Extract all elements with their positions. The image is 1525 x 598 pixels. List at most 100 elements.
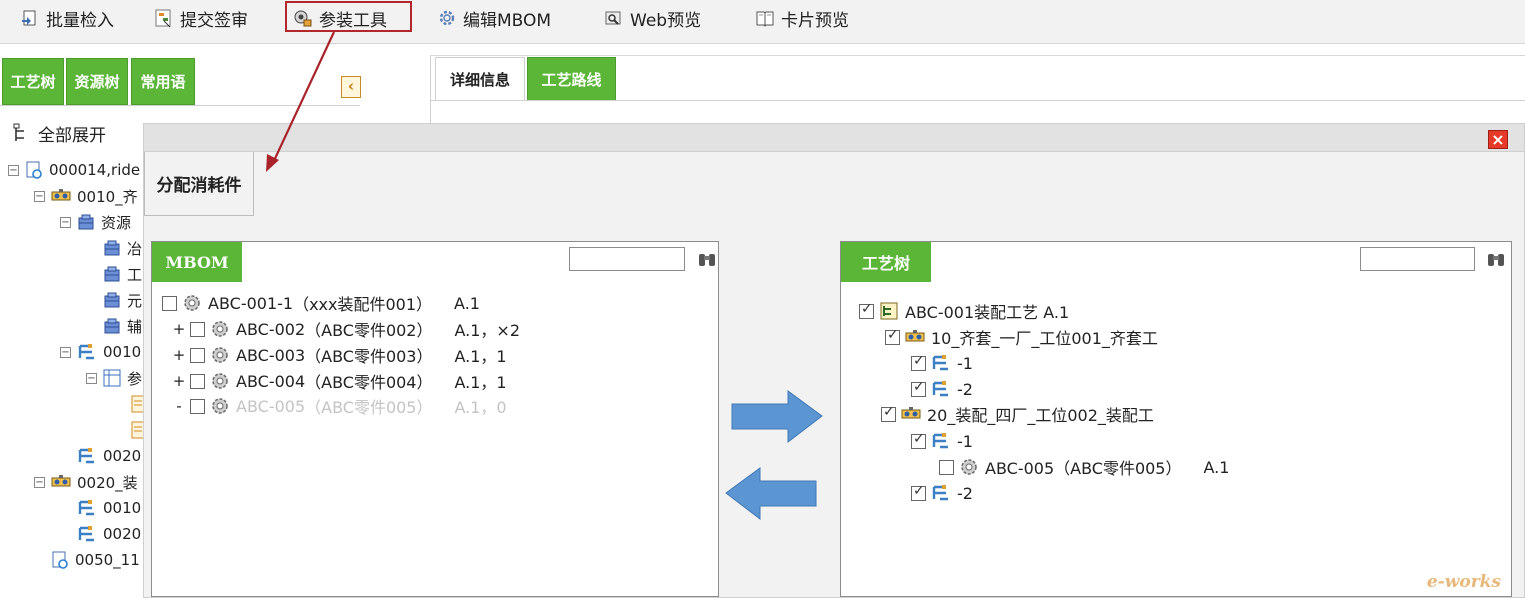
process-tree-row[interactable]: -1 (911, 351, 973, 375)
left-tree-node[interactable]: 冶 (86, 237, 142, 259)
row-checkbox[interactable] (190, 373, 205, 389)
close-button[interactable]: × (1488, 130, 1508, 149)
tab-resource-tree[interactable]: 资源树 (66, 58, 128, 105)
left-tree-node[interactable]: 0020 (60, 523, 141, 545)
left-tree-node[interactable]: 0010 (60, 497, 141, 519)
tab-process-tree[interactable]: 工艺树 (2, 58, 64, 105)
mbom-panel: MBOM ABC-001-1 （xxx装配件001） A.1 + ABC-002 （ABC… (151, 241, 719, 597)
row-checkbox[interactable] (911, 379, 926, 397)
mbom-row[interactable]: - ABC-005 （ABC零件005） A.1，0 (172, 394, 507, 418)
mbom-search-input[interactable] (569, 247, 685, 271)
process-tree-row[interactable]: -2 (911, 481, 973, 505)
collapse-toggle[interactable]: − (34, 476, 45, 488)
row-checkbox[interactable] (911, 483, 926, 501)
web-preview-button[interactable]: Web预览 (604, 4, 701, 32)
tab-phrases[interactable]: 常用语 (131, 58, 195, 105)
watermark-logo: e-works (1426, 572, 1501, 592)
assign-right-arrow[interactable] (730, 389, 824, 444)
process-tree-panel: 工艺树 ABC-001装配工艺 A.1 10_齐套_一厂_工位001_齐套工 -1 -… (840, 241, 1512, 597)
card-preview-button[interactable]: 卡片预览 (755, 4, 849, 32)
left-tree-node[interactable]: − 000014,ride (8, 159, 140, 181)
left-tree-node[interactable]: − 参 (86, 367, 142, 389)
expand-toggle[interactable]: + (172, 320, 186, 338)
mbom-panel-title: MBOM (152, 242, 242, 282)
left-tree-node-label: 0050_11 (75, 551, 140, 569)
mbom-row[interactable]: + ABC-003 （ABC零件003） A.1，1 (172, 343, 507, 367)
book-icon (756, 11, 774, 27)
table-icon (103, 369, 121, 387)
collapse-toggle[interactable]: − (86, 372, 97, 384)
expand-toggle[interactable]: + (172, 372, 186, 390)
row-checkbox[interactable] (885, 327, 900, 345)
part-name: （ABC零件005） (305, 398, 433, 417)
row-checkbox[interactable] (190, 347, 205, 363)
part-revision: A.1，×2 (454, 321, 521, 340)
collapse-panel-button[interactable]: ‹ (341, 76, 361, 98)
part-code: ABC-004 (236, 371, 306, 391)
part-revision: A.1，0 (454, 398, 507, 417)
left-tree-node[interactable]: 0020 (60, 445, 141, 467)
binoculars-icon[interactable] (697, 250, 717, 268)
left-tree-node-label: 参 (127, 369, 143, 388)
left-tree-node-label: 0020 (103, 525, 142, 543)
part-code: ABC-005 (236, 396, 306, 416)
mbom-row[interactable]: + ABC-002 （ABC零件002） A.1，×2 (172, 317, 520, 341)
doc-refresh-icon (26, 161, 42, 179)
row-checkbox[interactable] (881, 404, 896, 422)
row-checkbox[interactable] (859, 301, 874, 319)
collapse-toggle[interactable]: − (60, 216, 71, 228)
collapse-toggle[interactable]: − (34, 190, 45, 202)
assign-left-arrow[interactable] (724, 466, 818, 521)
collapse-toggle[interactable]: − (8, 164, 19, 176)
row-checkbox[interactable] (939, 459, 954, 475)
part-revision: A.1，1 (454, 347, 507, 366)
tab-process-route[interactable]: 工艺路线 (527, 57, 616, 101)
part-code: ABC-003 (236, 345, 306, 365)
process-tree-row[interactable]: -2 (911, 377, 973, 401)
tab-detail-info[interactable]: 详细信息 (435, 57, 525, 101)
chevron-left-icon: ‹ (347, 77, 355, 95)
left-tree-node[interactable]: − 0010 (60, 341, 141, 363)
expand-toggle[interactable]: + (172, 346, 186, 364)
station-icon (901, 407, 921, 419)
process-tree-row[interactable]: 20_装配_四厂_工位002_装配工 (881, 402, 1154, 426)
left-tree-node[interactable]: 0050_11 (34, 549, 140, 571)
step-icon (78, 526, 94, 542)
binoculars-icon[interactable] (1486, 250, 1506, 268)
part-revision: A.1，1 (454, 373, 507, 392)
part-code: ABC-001-1 (208, 293, 294, 313)
edit-mbom-button[interactable]: 编辑MBOM (437, 4, 551, 32)
left-tree-node-label: 000014,ride (49, 161, 141, 179)
process-node-label: -1 (957, 431, 973, 451)
process-tree-row[interactable]: ABC-001装配工艺 A.1 (859, 299, 1069, 323)
divider (430, 56, 431, 126)
resource-icon (104, 240, 120, 256)
left-tree-node[interactable]: 工 (86, 263, 142, 285)
batch-checkin-button[interactable]: 批量检入 (20, 4, 114, 32)
process-tree-search-input[interactable] (1360, 247, 1475, 271)
collapse-toggle[interactable]: − (60, 346, 71, 358)
process-tree-row[interactable]: -1 (911, 429, 973, 453)
close-icon: × (1491, 130, 1505, 149)
left-tree-node-label: 工 (127, 265, 143, 284)
tab-allocate-consumables[interactable]: 分配消耗件 (144, 152, 254, 216)
submit-review-button[interactable]: 提交签审 (154, 4, 248, 32)
part-revision: A.1 (454, 293, 480, 313)
row-checkbox[interactable] (190, 398, 205, 414)
expand-toggle[interactable]: - (172, 397, 186, 415)
process-node-label: 10_齐套_一厂_工位001_齐套工 (931, 329, 1158, 348)
process-tree-row[interactable]: 10_齐套_一厂_工位001_齐套工 (885, 325, 1158, 349)
left-tree-node[interactable]: − 资源 (60, 211, 131, 233)
left-tree-node[interactable]: − 0010_齐 (34, 185, 138, 207)
mbom-row[interactable]: ABC-001-1 （xxx装配件001） A.1 (162, 291, 480, 315)
row-checkbox[interactable] (162, 295, 177, 311)
row-checkbox[interactable] (911, 353, 926, 371)
row-checkbox[interactable] (911, 431, 926, 449)
process-tree-row[interactable]: ABC-005（ABC零件005） A.1 (939, 455, 1229, 479)
left-tree-node[interactable]: 辅 (86, 315, 142, 337)
mbom-row[interactable]: + ABC-004 （ABC零件004） A.1，1 (172, 369, 507, 393)
row-checkbox[interactable] (190, 321, 205, 337)
left-tree-node[interactable]: 元 (86, 289, 142, 311)
expand-all-button[interactable]: 全部展开 (12, 121, 106, 146)
left-tree-node[interactable]: − 0020_装 (34, 471, 138, 493)
